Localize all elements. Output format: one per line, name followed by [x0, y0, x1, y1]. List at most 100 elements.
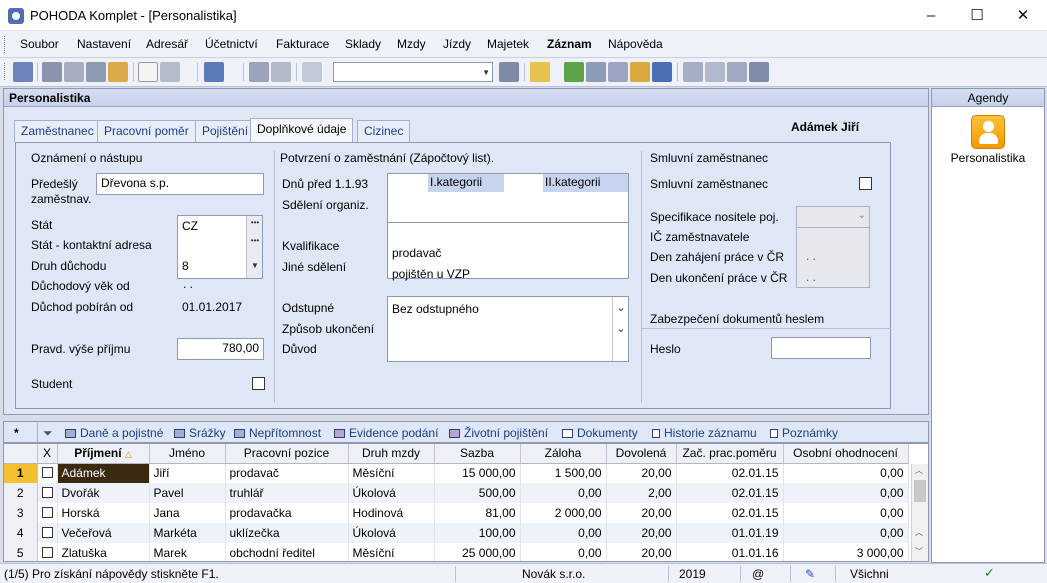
- cell-zac-prac-pomeru[interactable]: 02.01.15: [676, 503, 784, 523]
- quick-search-combo[interactable]: ▼: [333, 62, 493, 82]
- print-icon[interactable]: [42, 62, 62, 82]
- column-header-druh-mzdy[interactable]: Druh mzdy: [348, 444, 435, 464]
- edit-check-icon[interactable]: [160, 62, 180, 82]
- row-select-checkbox[interactable]: [41, 507, 53, 518]
- column-header-dovolena[interactable]: Dovolená: [606, 444, 677, 464]
- tab-cizinec[interactable]: Cizinec: [357, 120, 411, 142]
- heslo-field[interactable]: [771, 337, 871, 359]
- cell-zaloha[interactable]: 2 000,00: [520, 503, 607, 523]
- cell-zac-prac-pomeru[interactable]: 01.01.19: [676, 523, 784, 543]
- column-header-prijmeni[interactable]: Příjmení △: [57, 444, 150, 464]
- menu-majetek[interactable]: Majetek: [487, 37, 529, 51]
- tab-nepritomnost[interactable]: Nepřítomnost: [231, 425, 324, 442]
- cell-osobni-ohodnoceni[interactable]: 0,00: [783, 483, 909, 503]
- cell-prijmeni[interactable]: Horská: [57, 503, 150, 523]
- menu-zaznam[interactable]: Záznam: [547, 37, 592, 51]
- cell-pozice[interactable]: obchodní ředitel: [225, 543, 349, 561]
- row-number[interactable]: 1: [4, 463, 38, 483]
- copy-icon[interactable]: [302, 62, 322, 82]
- exit-icon[interactable]: [13, 62, 33, 82]
- save-icon[interactable]: [249, 62, 269, 82]
- cell-pozice[interactable]: uklízečka: [225, 523, 349, 543]
- cell-zaloha[interactable]: 1 500,00: [520, 463, 607, 483]
- cell-zaloha[interactable]: 0,00: [520, 543, 607, 561]
- row-select-checkbox[interactable]: [41, 467, 53, 479]
- menu-sklady[interactable]: Sklady: [345, 37, 381, 51]
- stat-scroll[interactable]: ••• ••• ▼: [246, 216, 262, 278]
- scroll-dots-icon[interactable]: •••: [248, 217, 262, 229]
- add-row-star[interactable]: *: [11, 425, 22, 442]
- cell-osobni-ohodnoceni[interactable]: 0,00: [783, 503, 909, 523]
- table-row[interactable]: 2 Dvořák Pavel truhlář Úkolová 500,00 0,00 2,00…: [4, 483, 909, 503]
- row-select-checkbox[interactable]: [41, 547, 53, 558]
- cell-prijmeni[interactable]: Adámek: [57, 463, 150, 483]
- cell-dovolena[interactable]: 20,00: [606, 543, 677, 561]
- row-select-checkbox[interactable]: [41, 527, 53, 538]
- table-row[interactable]: 4 Večeřová Markéta uklízečka Úkolová 100,00 0,…: [4, 523, 909, 543]
- tab-pracovni-pomer[interactable]: Pracovní poměr: [97, 120, 196, 142]
- tab-dokumenty[interactable]: Dokumenty: [559, 425, 641, 442]
- cell-osobni-ohodnoceni[interactable]: 3 000,00: [783, 543, 909, 561]
- tab-zamestnanec[interactable]: Zaměstnanec: [14, 120, 101, 142]
- personalistika-icon[interactable]: [971, 115, 1005, 149]
- status-year[interactable]: 2019: [679, 567, 706, 581]
- chevron-up-icon[interactable]: ︿: [915, 465, 923, 476]
- cell-jmeno[interactable]: Jana: [149, 503, 226, 523]
- tab-pojisteni[interactable]: Pojištění: [195, 120, 256, 142]
- cell-osobni-ohodnoceni[interactable]: 0,00: [783, 463, 909, 483]
- specifikace-nositele-select[interactable]: ⌄: [796, 206, 870, 228]
- menu-soubor[interactable]: Soubor: [20, 37, 59, 51]
- chevron-down-icon[interactable]: ⌄: [614, 323, 628, 335]
- row-checkbox[interactable]: [37, 543, 58, 561]
- cell-osobni-ohodnoceni[interactable]: 0,00: [783, 523, 909, 543]
- cell-zaloha[interactable]: 0,00: [520, 483, 607, 503]
- filter-icon[interactable]: ⏷: [40, 425, 56, 442]
- cell-zac-prac-pomeru[interactable]: 01.01.16: [676, 543, 784, 561]
- reports-icon[interactable]: [108, 62, 128, 82]
- menu-jizdy[interactable]: Jízdy: [443, 37, 471, 51]
- column-header-sazba[interactable]: Sazba: [434, 444, 521, 464]
- tab-dane-pojistne[interactable]: Daně a pojistné: [62, 425, 166, 442]
- chevron-down-icon[interactable]: ▼: [248, 260, 262, 272]
- status-company[interactable]: Novák s.r.o.: [522, 567, 585, 581]
- maximize-button[interactable]: ☐: [954, 0, 1000, 31]
- cell-prijmeni[interactable]: Večeřová: [57, 523, 150, 543]
- menu-adresar[interactable]: Adresář: [146, 37, 188, 51]
- print-setup-icon[interactable]: [64, 62, 84, 82]
- cell-prijmeni[interactable]: Dvořák: [57, 483, 150, 503]
- cell-dovolena[interactable]: 2,00: [606, 483, 677, 503]
- row-number[interactable]: 3: [4, 503, 38, 523]
- menu-fakturace[interactable]: Fakturace: [276, 37, 329, 51]
- open-folder-icon[interactable]: [530, 62, 550, 82]
- row-checkbox[interactable]: [37, 483, 58, 503]
- scroll-dots-icon[interactable]: •••: [248, 235, 262, 247]
- column-header-osobni-ohodnoceni[interactable]: Osobní ohodnocení: [783, 444, 909, 464]
- chevron-up-icon[interactable]: ︿: [915, 527, 923, 538]
- message-icon[interactable]: [683, 62, 703, 82]
- agendy-personalistika-label[interactable]: Personalistika: [932, 151, 1044, 165]
- cell-jmeno[interactable]: Markéta: [149, 523, 226, 543]
- table-row[interactable]: 5 Zlatuška Marek obchodní ředitel Měsíční 25 …: [4, 543, 909, 561]
- calendar-icon[interactable]: [586, 62, 606, 82]
- odstupne-scroll[interactable]: ⌄ ⌄: [612, 297, 628, 361]
- pravd-vyse-prijmu-field[interactable]: 780,00: [177, 338, 264, 360]
- cell-sazba[interactable]: 500,00: [434, 483, 521, 503]
- menu-ucetnictvi[interactable]: Účetnictví: [205, 37, 258, 51]
- cell-prijmeni[interactable]: Zlatuška: [57, 543, 150, 561]
- tab-historie-zaznamu[interactable]: Historie záznamu: [649, 425, 760, 442]
- tab-zivotni-pojisteni[interactable]: Životní pojištění: [446, 425, 551, 442]
- grid-scroll-thumb[interactable]: [914, 480, 926, 502]
- column-header-zac-prac-pomeru[interactable]: Zač. prac.poměru: [676, 444, 784, 464]
- tab-doplnkove-udaje[interactable]: Doplňkové údaje: [250, 118, 354, 143]
- duchodovy-vek-value[interactable]: . .: [183, 277, 193, 291]
- cell-dovolena[interactable]: 20,00: [606, 463, 677, 483]
- pen-icon[interactable]: ✎: [805, 567, 815, 581]
- row-checkbox[interactable]: [37, 463, 58, 483]
- sdeleni-organiz-box[interactable]: prodavač pojištěn u VZP: [387, 223, 629, 281]
- filter-icon[interactable]: [499, 62, 519, 82]
- cell-sazba[interactable]: 25 000,00: [434, 543, 521, 561]
- cell-druh-mzdy[interactable]: Úkolová: [348, 483, 435, 503]
- status-filter[interactable]: Všichni: [850, 567, 889, 581]
- row-number[interactable]: 5: [4, 543, 38, 561]
- row-checkbox[interactable]: [37, 503, 58, 523]
